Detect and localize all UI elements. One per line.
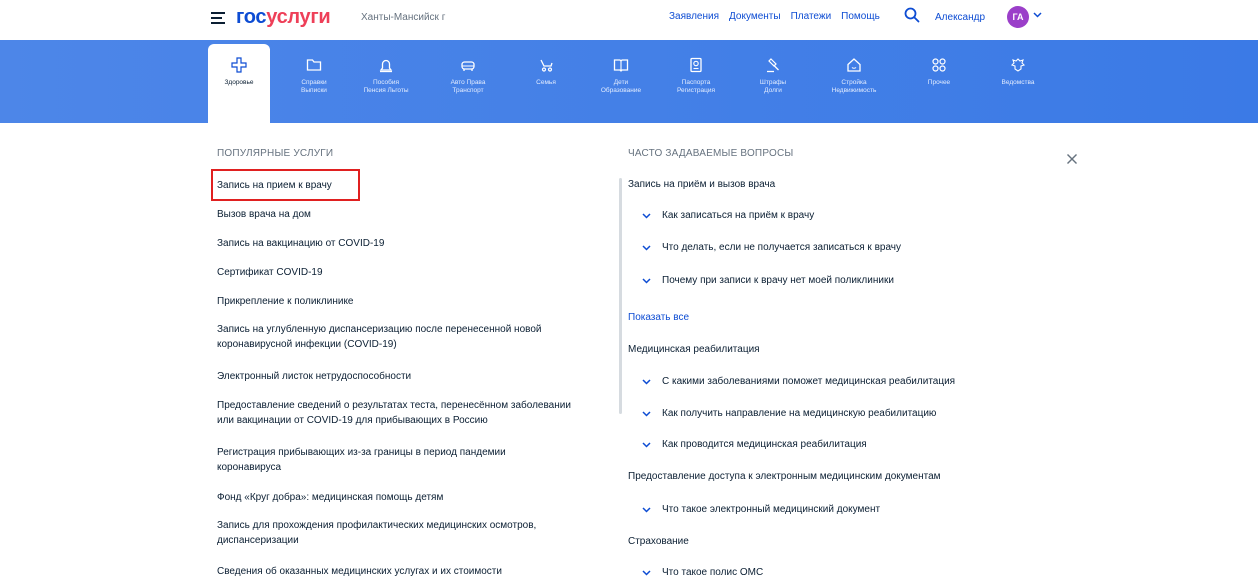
folder-icon xyxy=(306,59,322,71)
chevron-down-icon xyxy=(642,212,651,219)
category-health[interactable]: Здоровье xyxy=(208,44,270,123)
category-children[interactable]: Дети Образование xyxy=(590,44,652,123)
category-benefits[interactable]: Пособия Пенсия Льготы xyxy=(355,44,417,123)
faq-group-heading[interactable]: Медицинская реабилитация xyxy=(628,344,760,355)
service-link[interactable]: Прикрепление к поликлинике xyxy=(217,294,617,309)
emblem-icon xyxy=(1010,58,1026,72)
chevron-down-icon xyxy=(642,410,651,417)
gosuslugi-logo[interactable]: госуслуги xyxy=(236,6,331,28)
faq-question[interactable]: Что такое электронный медицинский докуме… xyxy=(642,504,880,515)
show-all-link[interactable]: Показать все xyxy=(628,312,689,323)
nav-help[interactable]: Помощь xyxy=(841,11,880,22)
search-icon[interactable] xyxy=(904,7,920,23)
top-header: госуслуги Ханты-Мансийск г Заявления Док… xyxy=(0,0,1258,40)
gavel-icon xyxy=(767,58,779,73)
chevron-down-icon xyxy=(642,277,651,284)
nav-payments[interactable]: Платежи xyxy=(791,11,832,22)
faq-question[interactable]: Почему при записи к врачу нет моей полик… xyxy=(642,275,894,286)
category-other[interactable]: Прочее xyxy=(908,44,970,123)
faq-question[interactable]: Что делать, если не получается записатьс… xyxy=(642,242,901,253)
category-departments[interactable]: Ведомства xyxy=(987,44,1049,123)
faq-question[interactable]: Как проводится медицинская реабилитация xyxy=(642,439,867,450)
car-icon xyxy=(461,61,475,71)
service-link[interactable]: Предоставление сведений о результатах те… xyxy=(217,398,617,428)
grid-icon xyxy=(932,58,946,72)
stroller-icon xyxy=(540,59,553,72)
chevron-down-icon xyxy=(642,569,651,576)
service-link[interactable]: Сведения об оказанных медицинских услуга… xyxy=(217,564,617,579)
service-link[interactable]: Запись на вакцинацию от COVID-19 xyxy=(217,236,617,251)
faq-group-heading[interactable]: Запись на приём и вызов врача xyxy=(628,179,775,190)
faq-question[interactable]: Как получить направление на медицинскую … xyxy=(642,408,936,419)
service-link[interactable]: Сертификат COVID-19 xyxy=(217,265,617,280)
chevron-down-icon xyxy=(642,378,651,385)
faq-question[interactable]: Что такое полис ОМС xyxy=(642,567,763,578)
category-construction[interactable]: Стройка Недвижимость xyxy=(823,44,885,123)
passport-icon xyxy=(690,57,702,73)
nav-documents[interactable]: Документы xyxy=(729,11,781,22)
faq-title: ЧАСТО ЗАДАВАЕМЫЕ ВОПРОСЫ xyxy=(628,148,794,159)
scrollbar[interactable] xyxy=(619,178,622,414)
category-certificates[interactable]: Справки Выписки xyxy=(283,44,345,123)
bell-icon xyxy=(379,59,393,73)
service-link[interactable]: Электронный листок нетрудоспособности xyxy=(217,369,617,384)
plus-icon xyxy=(231,57,247,73)
service-link[interactable]: Запись на прием к врачу xyxy=(217,178,617,193)
service-link[interactable]: Регистрация прибывающих из-за границы в … xyxy=(217,445,617,475)
nav-applications[interactable]: Заявления xyxy=(669,11,719,22)
category-label: Здоровье xyxy=(224,79,254,86)
category-auto[interactable]: Авто Права Транспорт xyxy=(437,44,499,123)
category-fines[interactable]: Штрафы Долги xyxy=(742,44,804,123)
service-link[interactable]: Фонд «Круг добра»: медицинская помощь де… xyxy=(217,490,617,505)
house-icon xyxy=(847,58,861,72)
service-link[interactable]: Запись на углубленную диспансеризацию по… xyxy=(217,322,617,352)
faq-group-heading[interactable]: Страхование xyxy=(628,536,689,547)
top-nav: Заявления Документы Платежи Помощь xyxy=(669,11,880,22)
category-family[interactable]: Семья xyxy=(515,44,577,123)
user-name[interactable]: Александр xyxy=(935,12,985,23)
menu-burger-icon[interactable] xyxy=(211,12,225,24)
faq-question[interactable]: Как записаться на приём к врачу xyxy=(642,210,814,221)
avatar[interactable]: ГА xyxy=(1007,6,1029,28)
category-bar: Здоровье Справки Выписки Пособия Пенсия … xyxy=(0,40,1258,123)
region-selector[interactable]: Ханты-Мансийск г xyxy=(361,12,445,23)
faq-question[interactable]: С какими заболеваниями поможет медицинск… xyxy=(642,376,955,387)
chevron-down-icon[interactable] xyxy=(1033,12,1042,18)
service-link[interactable]: Запись для прохождения профилактических … xyxy=(217,518,617,548)
close-icon xyxy=(1067,154,1077,164)
close-button[interactable] xyxy=(1063,150,1081,168)
chevron-down-icon xyxy=(642,244,651,251)
chevron-down-icon xyxy=(642,441,651,448)
service-link[interactable]: Вызов врача на дом xyxy=(217,207,617,222)
chevron-down-icon xyxy=(642,506,651,513)
category-passports[interactable]: Паспорта Регистрация xyxy=(665,44,727,123)
book-icon xyxy=(613,59,629,72)
faq-group-heading[interactable]: Предоставление доступа к электронным мед… xyxy=(628,471,941,482)
popular-services-title: ПОПУЛЯРНЫЕ УСЛУГИ xyxy=(217,148,334,159)
